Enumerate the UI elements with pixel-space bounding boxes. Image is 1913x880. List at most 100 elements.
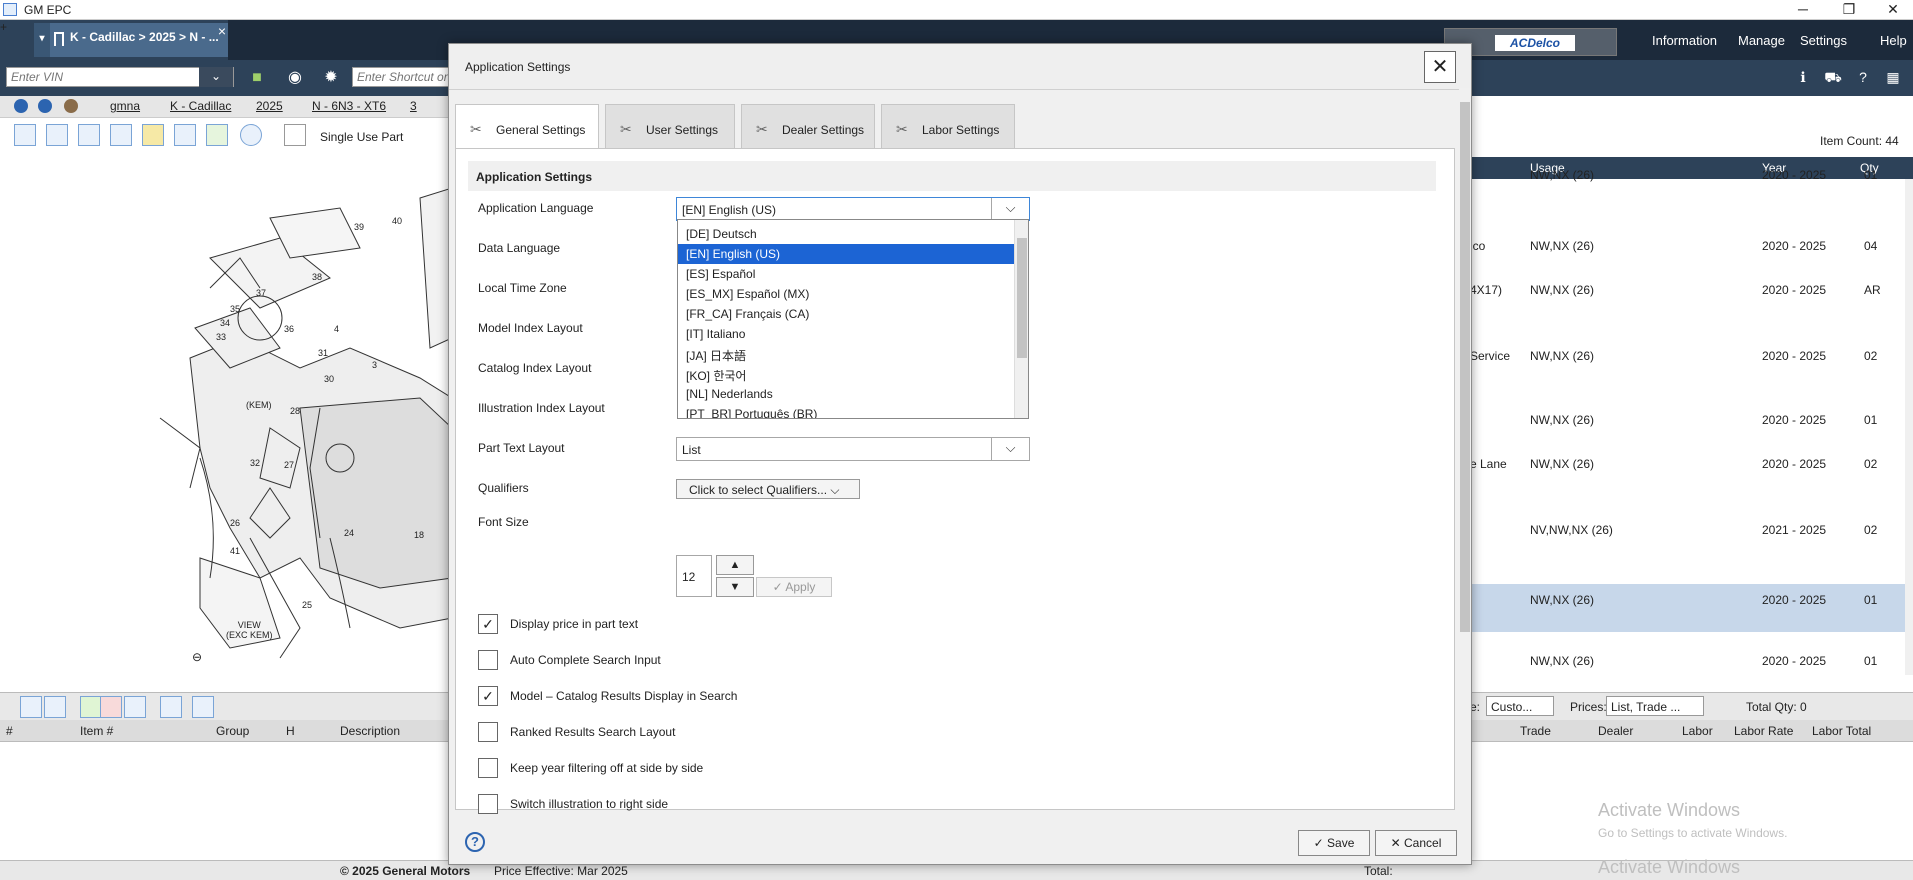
language-option[interactable]: [DE] Deutsch [678,224,1016,244]
cancel-button[interactable]: ✕ Cancel [1375,830,1457,856]
menu-manage[interactable]: Manage [1738,33,1785,48]
language-select[interactable]: [EN] English (US) ⌵ [676,197,1030,221]
language-option[interactable]: [JA] 日本語 [678,344,1016,364]
refresh-icon[interactable] [206,124,228,146]
vin-input[interactable] [7,68,203,86]
callout[interactable]: 25 [302,600,312,610]
checkbox[interactable]: ✓ [478,614,498,634]
part-text-layout-select[interactable]: List ⌵ [676,437,1030,461]
col-labor[interactable]: Labor [1682,724,1713,738]
language-option[interactable]: [KO] 한국어 [678,364,1016,384]
language-option[interactable]: [ES_MX] Español (MX) [678,284,1016,304]
menu-settings[interactable]: Settings [1800,33,1847,48]
tab-general-settings[interactable]: ✂ General Settings [455,104,599,150]
callout[interactable]: 28 [290,406,300,416]
apply-button[interactable]: ✓ Apply [756,577,832,597]
fit-icon[interactable] [14,124,36,146]
dialog-close-button[interactable]: ✕ [1424,51,1456,83]
shortcut-field[interactable] [352,67,452,87]
person-icon[interactable] [284,124,306,146]
col-h[interactable]: H [286,724,295,738]
callout[interactable]: 4 [334,324,339,334]
prices-select[interactable]: List, Trade ... [1606,696,1704,716]
history-icon[interactable] [38,99,52,113]
tab-dealer-settings[interactable]: ✂ Dealer Settings [741,104,875,148]
add-icon[interactable] [80,696,102,718]
checkbox[interactable] [478,722,498,742]
callout[interactable]: 27 [284,460,294,470]
language-option[interactable]: [ES] Español [678,264,1016,284]
delete-icon[interactable] [100,696,122,718]
callout[interactable]: 38 [312,272,322,282]
save-icon[interactable] [44,696,66,718]
bookmark-icon[interactable] [54,32,64,46]
col-dealer[interactable]: Dealer [1598,724,1633,738]
callout[interactable]: 30 [324,374,334,384]
tab-labor-settings[interactable]: ✂ Labor Settings [881,104,1015,148]
breadcrumb-item[interactable]: N - 6N3 - XT6 [312,99,386,113]
catalog-tab[interactable]: ▾ K - Cadillac > 2025 > N - ... × [34,23,228,57]
breadcrumb-item[interactable]: 2025 [256,99,283,113]
zoom-in-icon[interactable] [46,124,68,146]
engine-icon[interactable]: ✹ [320,69,342,87]
rotate-icon[interactable]: ⊖ [192,650,202,664]
save-button[interactable]: ✓ Save [1298,830,1370,856]
callout[interactable]: 32 [250,458,260,468]
callout[interactable]: 26 [230,518,240,528]
calculator-icon[interactable]: ▦ [1882,66,1904,88]
zoom-window-icon[interactable] [110,124,132,146]
font-size-down-button[interactable]: ▼ [716,577,754,597]
circle-icon[interactable] [240,124,262,146]
help-icon[interactable]: ? [465,832,485,852]
car-icon[interactable]: ⛟ [1822,66,1844,88]
callout[interactable]: 37 [256,288,266,298]
callout[interactable]: 36 [284,324,294,334]
notes-icon[interactable] [142,124,164,146]
checkbox-label[interactable]: Auto Complete Search Input [510,653,661,667]
vehicle-icon[interactable]: ■ [246,69,268,87]
mail-icon[interactable] [174,124,196,146]
callout[interactable]: 18 [414,530,424,540]
checkbox[interactable]: ✓ [478,686,498,706]
shortcut-input[interactable] [353,68,449,86]
vin-field[interactable]: ⌄ [6,67,234,87]
callout[interactable]: 39 [354,222,364,232]
col-trade[interactable]: Trade [1520,724,1551,738]
font-size-up-button[interactable]: ▲ [716,555,754,575]
home-icon[interactable] [64,99,78,113]
font-size-input[interactable]: 12 [676,555,712,597]
language-option[interactable]: [PT_BR] Português (BR) [678,404,1016,418]
vin-dropdown-button[interactable]: ⌄ [199,67,233,87]
callout[interactable]: 31 [318,348,328,358]
copy-icon[interactable] [124,696,146,718]
checkbox-label[interactable]: Model – Catalog Results Display in Searc… [510,689,737,703]
breadcrumb-item[interactable]: 3 [410,99,417,113]
email-icon[interactable] [160,696,182,718]
language-option[interactable]: [FR_CA] Français (CA) [678,304,1016,324]
checkbox-label[interactable]: Keep year filtering off at side by side [510,761,703,775]
callout[interactable]: 41 [230,546,240,556]
qualifiers-button[interactable]: Click to select Qualifiers... ⌵ [676,479,860,499]
checkbox-label[interactable]: Display price in part text [510,617,638,631]
callout[interactable]: 24 [344,528,354,538]
dialog-scrollbar[interactable] [1459,88,1471,820]
language-option[interactable]: [IT] Italiano [678,324,1016,344]
chevron-down-icon[interactable]: ⌵ [991,198,1029,220]
col-labor-rate[interactable]: Labor Rate [1734,724,1793,738]
menu-information[interactable]: Information [1652,33,1717,48]
col-labor-total[interactable]: Labor Total [1812,724,1871,738]
breadcrumb-item[interactable]: K - Cadillac [170,99,231,113]
breadcrumb-item[interactable]: gmna [110,99,140,113]
dropdown-scrollbar[interactable] [1014,220,1028,418]
callout[interactable]: 34 [220,318,230,328]
checkbox[interactable] [478,794,498,814]
checkbox-label[interactable]: Switch illustration to right side [510,797,668,811]
col-description[interactable]: Description [340,724,400,738]
col-item[interactable]: Item # [80,724,113,738]
tab-dropdown-icon[interactable]: ▾ [34,23,50,57]
callout[interactable]: 40 [392,216,402,226]
type-select[interactable]: Custo... [1486,696,1554,716]
col-group[interactable]: Group [216,724,249,738]
calc-icon[interactable] [192,696,214,718]
table-row[interactable]: NW,NX (26) 2020 - 2025 01 [1470,584,1905,632]
